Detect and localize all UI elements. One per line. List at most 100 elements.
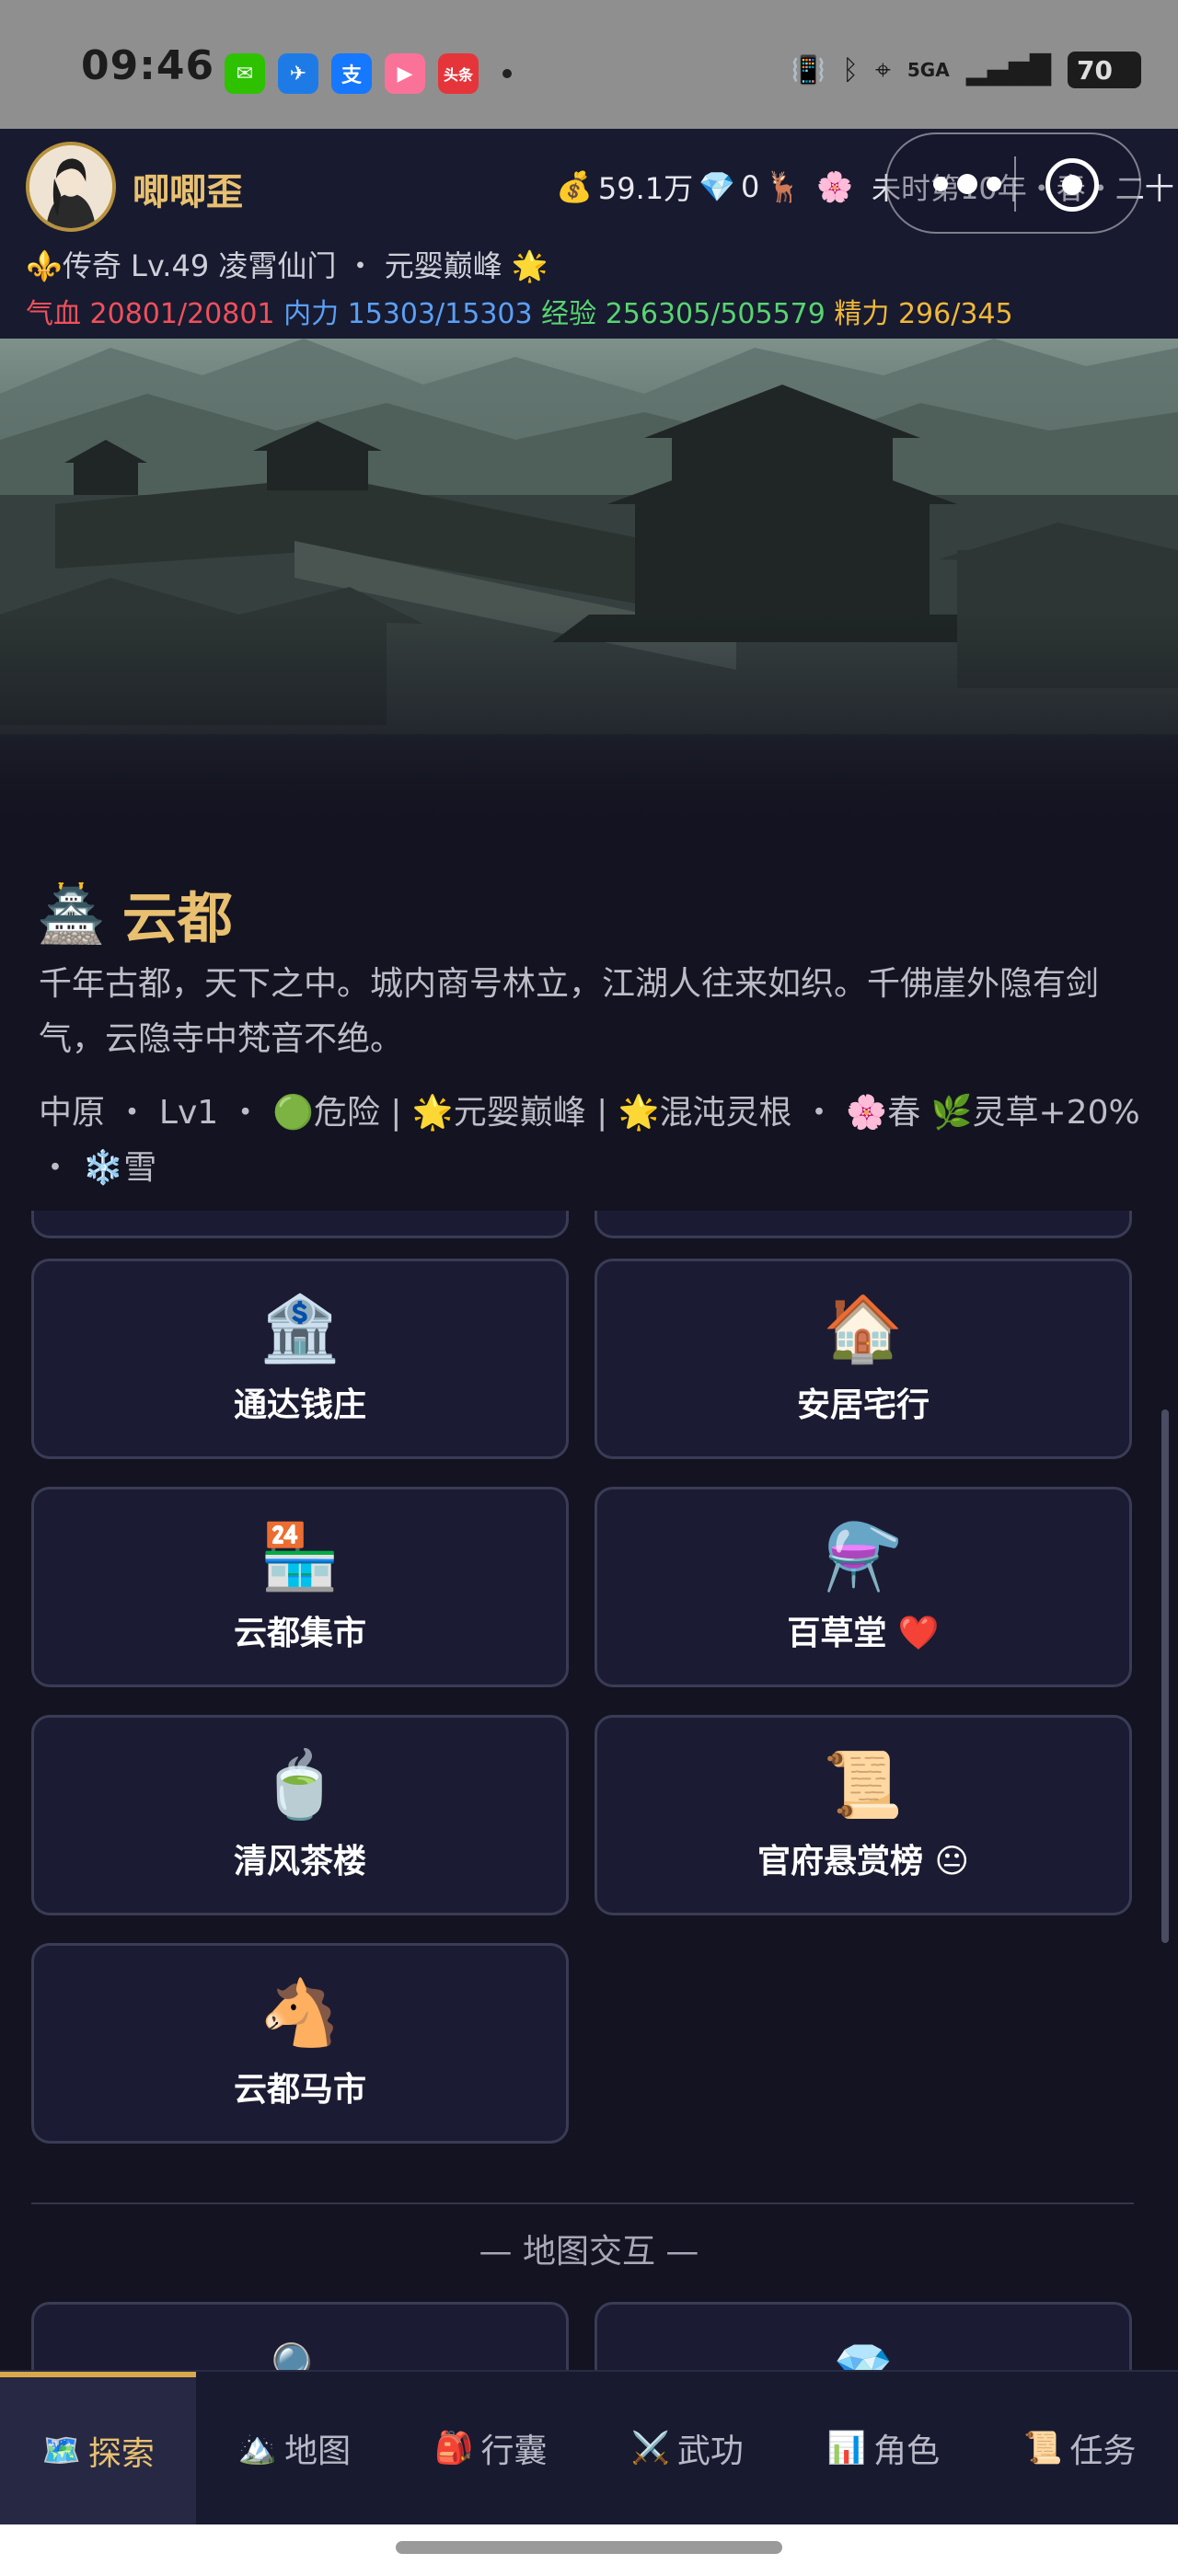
map-action-card[interactable]: 💎	[595, 2302, 1132, 2370]
location-icon: ⌖	[875, 53, 891, 86]
backpack-icon: 🎒	[434, 2430, 474, 2467]
rank-icon: ⚜️	[26, 248, 63, 283]
city-name: 云都	[121, 887, 233, 951]
bottom-navigation: 🗺️ 探索 🏔️ 地图 🎒 行囊 ⚔️ 武功 📊 角色 📜 任务	[0, 2370, 1178, 2524]
player-header: 唧唧歪 💰 59.1万 💎 0 🦌 🌸 未时第10年・春・二十 ⚜️传奇 Lv.…	[0, 129, 1178, 339]
tea-icon: 🍵	[260, 1747, 341, 1823]
stats-line: 气血 20801/20801 内力 15303/15303 经验 256305/…	[26, 291, 1013, 331]
close-miniprogram-button[interactable]	[1045, 158, 1099, 212]
building-label: 官府悬赏榜 😐	[756, 1843, 970, 1880]
wechat-icon: ✉	[225, 53, 265, 94]
magnifier-icon: 🔍	[270, 2341, 330, 2370]
city-tags: 中原 ・ Lv1 ・ 🟢危险 | 🌟元婴巅峰 | 🌟混沌灵根 ・ 🌸春 🌿灵草+…	[39, 1094, 1140, 1187]
miniprogram-capsule	[885, 132, 1141, 234]
scrollbar[interactable]	[1161, 1211, 1169, 2370]
nav-tab-explore[interactable]: 🗺️ 探索	[0, 2372, 197, 2524]
city-landscape-illustration	[0, 339, 1178, 835]
scrollbar-thumb[interactable]	[1161, 1409, 1169, 1943]
building-card-bank[interactable]: 🏦 通达钱庄	[31, 1259, 569, 1459]
section-divider	[31, 2202, 1134, 2204]
mount-icon: 🦌	[765, 169, 803, 204]
exp-label: 经验	[541, 298, 597, 330]
nav-tab-label: 行囊	[480, 2432, 548, 2470]
rank-line: ⚜️传奇 Lv.49 凌霄仙门 ・ 元婴巅峰 🌟	[26, 243, 549, 285]
more-menu-button[interactable]	[933, 174, 1001, 194]
status-bar: 09:46 ✉ ✈ 支 ▶ 头条 📳 ᛒ ⌖ 5GA ▂▄▆█ 70	[0, 0, 1178, 129]
castle-icon: 🏯	[37, 882, 106, 947]
energy-value: 296/345	[897, 298, 1013, 330]
nav-tab-inventory[interactable]: 🎒 行囊	[393, 2372, 589, 2524]
rank-text: 传奇 Lv.49 凌霄仙门 ・ 元婴巅峰	[62, 248, 502, 283]
hp-value: 20801/20801	[89, 298, 275, 330]
star-icon: 🌟	[511, 248, 549, 283]
network-type: 5GA	[907, 59, 950, 81]
building-card-herbalist[interactable]: ⚗️ 百草堂 ❤️	[595, 1487, 1132, 1687]
store-icon: 🏪	[260, 1519, 341, 1594]
city-description: 千年古都，天下之中。城内商号林立，江湖人往来如织。千佛崖外隐有剑气，云隐寺中梵音…	[39, 965, 1100, 1058]
energy-label: 精力	[834, 298, 890, 330]
signal-icon: ▂▄▆█	[965, 53, 1051, 86]
bar-chart-icon: 📊	[826, 2430, 867, 2467]
nav-tab-label: 任务	[1069, 2432, 1137, 2470]
city-title: 🏯 云都	[37, 874, 233, 954]
mp-value: 15303/15303	[347, 298, 533, 330]
mp-label: 内力	[283, 298, 340, 330]
bluetooth-icon: ᛒ	[842, 53, 859, 86]
hp-label: 气血	[26, 298, 81, 330]
building-card-teahouse[interactable]: 🍵 清风茶楼	[31, 1715, 569, 1915]
gem-icon: 💎	[833, 2341, 894, 2370]
building-card-bounty-board[interactable]: 📜 官府悬赏榜 😐	[595, 1715, 1132, 1915]
buildings-scroll-area[interactable]: 🏦 通达钱庄 🏠 安居宅行 🏪 云都集市 ⚗️ 百草堂 ❤️ 🍵 清风茶楼 📜 …	[0, 1211, 1178, 2370]
map-interaction-title: — 地图交互 —	[479, 2233, 699, 2271]
silver-amount: 59.1万	[597, 171, 694, 206]
exp-value: 256305/505579	[605, 298, 826, 330]
nav-tab-label: 角色	[873, 2432, 941, 2470]
battery-icon: 70	[1068, 52, 1141, 88]
nav-tab-quests[interactable]: 📜 任务	[982, 2372, 1178, 2524]
building-card-partial[interactable]	[31, 1211, 569, 1238]
vibrate-icon: 📳	[791, 53, 826, 86]
mountain-icon: 🏔️	[237, 2430, 278, 2467]
alembic-icon: ⚗️	[823, 1519, 904, 1594]
home-indicator[interactable]	[396, 2541, 782, 2554]
map-action-card[interactable]: 🔍	[31, 2302, 569, 2370]
player-avatar[interactable]	[26, 142, 116, 232]
scroll-icon: 📜	[1023, 2430, 1063, 2467]
nav-tab-martial-arts[interactable]: ⚔️ 武功	[589, 2372, 785, 2524]
building-card-partial[interactable]	[595, 1211, 1132, 1238]
gem-icon: 💎	[699, 169, 735, 204]
nav-tab-label: 武功	[676, 2432, 744, 2470]
bank-icon: 🏦	[260, 1291, 341, 1366]
alipay-icon: 支	[331, 53, 372, 94]
avatar-portrait-icon	[29, 145, 112, 228]
player-name: 唧唧歪	[133, 171, 243, 213]
building-label: 云都集市	[233, 1615, 366, 1652]
more-notifications-dot	[502, 69, 512, 78]
horse-icon: 🐴	[260, 1975, 341, 2051]
nav-tab-label: 地图	[284, 2432, 352, 2470]
scroll-icon: 📜	[823, 1747, 904, 1823]
travel-app-icon: ✈	[278, 53, 318, 94]
crossed-swords-icon: ⚔️	[630, 2430, 670, 2467]
season-icon: 🌸	[816, 169, 853, 204]
silver-icon: 💰	[556, 169, 593, 204]
nav-tab-label: 探索	[87, 2435, 155, 2473]
bilibili-icon: ▶	[385, 53, 425, 94]
building-label: 百草堂 ❤️	[787, 1615, 940, 1652]
building-card-market[interactable]: 🏪 云都集市	[31, 1487, 569, 1687]
building-label: 通达钱庄	[233, 1386, 366, 1424]
building-label: 清风茶楼	[233, 1843, 366, 1880]
house-icon: 🏠	[823, 1291, 904, 1366]
notification-icons: ✉ ✈ 支 ▶ 头条	[225, 53, 512, 94]
status-time: 09:46	[81, 42, 215, 89]
building-label: 云都马市	[233, 2071, 366, 2109]
city-hero-image	[0, 339, 1178, 835]
nav-tab-character[interactable]: 📊 角色	[785, 2372, 981, 2524]
toutiao-icon: 头条	[438, 53, 479, 94]
gem-amount: 0	[740, 169, 760, 204]
world-map-icon: 🗺️	[41, 2432, 81, 2469]
nav-tab-map[interactable]: 🏔️ 地图	[196, 2372, 392, 2524]
building-card-housing[interactable]: 🏠 安居宅行	[595, 1259, 1132, 1459]
system-indicators: 📳 ᛒ ⌖ 5GA ▂▄▆█ 70	[791, 52, 1141, 88]
building-card-horse-market[interactable]: 🐴 云都马市	[31, 1943, 569, 2144]
